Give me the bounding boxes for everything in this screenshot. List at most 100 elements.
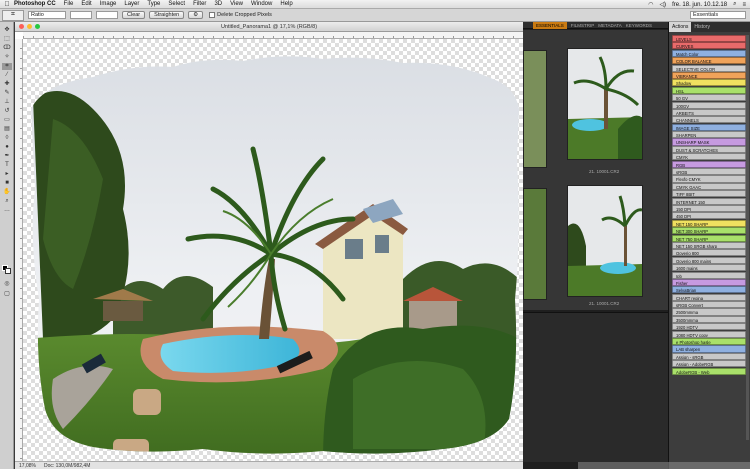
action-item[interactable]: 3500mmma [672, 315, 746, 323]
action-item[interactable]: 150 DPI [672, 204, 746, 213]
action-item[interactable]: CHART regina [672, 293, 746, 301]
action-item[interactable]: NET 150 SRGB sharp [672, 241, 746, 250]
panel-scrollbar[interactable] [746, 35, 749, 440]
workspace-select[interactable]: Essentials [690, 11, 746, 19]
zoom-window-icon[interactable] [35, 24, 40, 29]
list-icon[interactable]: ≡ [742, 2, 746, 8]
action-item[interactable]: 1920 HDTV [672, 323, 746, 331]
menu-filter[interactable]: Filter [193, 1, 206, 7]
action-item[interactable]: NET 750 SHARP [672, 234, 746, 242]
quick-mask-icon[interactable]: ◎ [2, 281, 12, 288]
action-item[interactable]: Qoverjo 800 mains [672, 256, 746, 264]
action-item[interactable]: Ipb [672, 271, 746, 279]
move-tool-icon[interactable]: ✥ [2, 27, 12, 34]
action-item[interactable]: 1600 mains [672, 264, 746, 272]
action-item[interactable]: Match Color [672, 49, 746, 57]
menu-edit[interactable]: Edit [81, 1, 91, 7]
action-item[interactable]: sRGB [672, 168, 746, 176]
screen-mode-icon[interactable]: ▢ [2, 291, 12, 298]
eyedropper-icon[interactable]: ⁄ [2, 72, 12, 79]
marquee-tool-icon[interactable]: ⬚ [2, 36, 12, 43]
vertical-ruler[interactable] [15, 39, 23, 461]
menu-image[interactable]: Image [100, 1, 117, 7]
action-item[interactable]: Qoverjo 800 [672, 249, 746, 257]
magic-wand-icon[interactable]: ✧ [2, 54, 12, 61]
action-item[interactable]: UNSHARP MASK [672, 138, 746, 146]
action-item[interactable]: AdobeRGB - Web [672, 367, 746, 375]
height-field[interactable] [96, 11, 118, 19]
width-field[interactable] [70, 11, 92, 19]
action-item[interactable]: DUST & SCRATCHES [672, 145, 746, 153]
action-item[interactable]: e Photoshop hasle [672, 338, 746, 346]
action-item[interactable]: NET 150 SHARP [672, 219, 746, 227]
action-item[interactable]: Shadow [672, 79, 746, 87]
action-item[interactable]: SHARPEN [672, 131, 746, 139]
bridge-tab-keywords[interactable]: KEYWORDS [626, 22, 652, 29]
menu-select[interactable]: Select [168, 1, 185, 7]
action-item[interactable]: LEVELS [672, 35, 746, 43]
action-item[interactable]: 450 DPI [672, 212, 746, 220]
action-item[interactable]: 50 GV [672, 94, 746, 102]
stamp-icon[interactable]: ⊥ [2, 99, 12, 106]
shape-icon[interactable]: ■ [2, 180, 12, 187]
menu-file[interactable]: File [64, 1, 74, 7]
action-item[interactable]: COLOR BALANCE [672, 57, 746, 65]
overlay-button[interactable]: ⚙ [188, 11, 204, 19]
crop-style-select[interactable]: Ratio [28, 11, 66, 19]
action-item[interactable]: NET 300 SHARP [672, 227, 746, 235]
bridge-tab-filmstrip[interactable]: FILMSTRIP [571, 22, 595, 29]
search-icon[interactable]: ⌕ [733, 1, 736, 8]
action-item[interactable]: IMAGE SIZE [672, 123, 746, 131]
action-item[interactable]: CMYK [672, 153, 746, 161]
thumbnail[interactable] [567, 185, 643, 297]
close-icon[interactable] [19, 24, 24, 29]
wifi-icon[interactable]: ◠ [648, 1, 653, 8]
pen-icon[interactable]: ✒ [2, 153, 12, 160]
thumbnail[interactable] [523, 188, 547, 300]
volume-icon[interactable]: ◁) [659, 1, 666, 8]
minimize-icon[interactable] [27, 24, 32, 29]
thumbnail[interactable] [567, 48, 643, 160]
action-item[interactable]: 100GV [672, 101, 746, 109]
brush-icon[interactable]: ✎ [2, 90, 12, 97]
delete-cropped-checkbox[interactable] [209, 12, 216, 18]
crop-icon[interactable]: ⌗ [2, 63, 12, 70]
zoom-level[interactable]: 17,08% [15, 463, 40, 469]
action-item[interactable]: 1080 HDTV copy [672, 330, 746, 338]
action-item[interactable]: SelvaBrian [672, 286, 746, 294]
action-item[interactable]: ARBEITS [672, 108, 746, 116]
tab-actions[interactable]: Actions [669, 22, 692, 32]
hand-icon[interactable]: ✋ [2, 189, 12, 196]
action-item[interactable]: Fisher [672, 278, 746, 286]
action-item[interactable]: CURVES [672, 42, 746, 50]
dodge-icon[interactable]: ● [2, 144, 12, 151]
menu-3d[interactable]: 3D [214, 1, 222, 7]
healing-icon[interactable]: ✚ [2, 81, 12, 88]
straighten-button[interactable]: Straighten [149, 11, 185, 19]
clear-button[interactable]: Clear [122, 11, 146, 19]
action-item[interactable]: INTERNET 150 [672, 197, 746, 205]
action-item[interactable]: RGB [672, 160, 746, 168]
doc-info[interactable]: Doc: 130,0M/982,4M [40, 463, 94, 469]
background-color-swatch[interactable] [5, 268, 11, 274]
action-item[interactable]: HSL [672, 86, 746, 94]
canvas[interactable] [23, 39, 523, 461]
menu-layer[interactable]: Layer [124, 1, 139, 7]
blur-icon[interactable]: ◊ [2, 135, 12, 142]
menu-app[interactable]: Photoshop CC [14, 1, 56, 7]
action-item[interactable]: sRGB Convert [672, 301, 746, 309]
type-icon[interactable]: T [2, 162, 12, 169]
bridge-tab-metadata[interactable]: METADATA [598, 22, 622, 29]
menu-window[interactable]: Window [251, 1, 272, 7]
gradient-icon[interactable]: ▤ [2, 126, 12, 133]
action-item[interactable]: TIFF 8BIT [672, 190, 746, 198]
tab-history[interactable]: History [691, 22, 713, 32]
action-item[interactable]: 2500mmma [672, 308, 746, 316]
action-item[interactable]: Assign - sRGB [672, 352, 746, 360]
action-item[interactable]: LAB sharpen [672, 345, 746, 353]
action-item[interactable]: VIBRANCE [672, 71, 746, 80]
action-item[interactable]: SELECTIVE COLOR [672, 64, 746, 72]
thumbnail[interactable] [523, 50, 547, 168]
action-item[interactable]: CHANNELS [672, 116, 746, 124]
menu-help[interactable]: Help [280, 1, 292, 7]
